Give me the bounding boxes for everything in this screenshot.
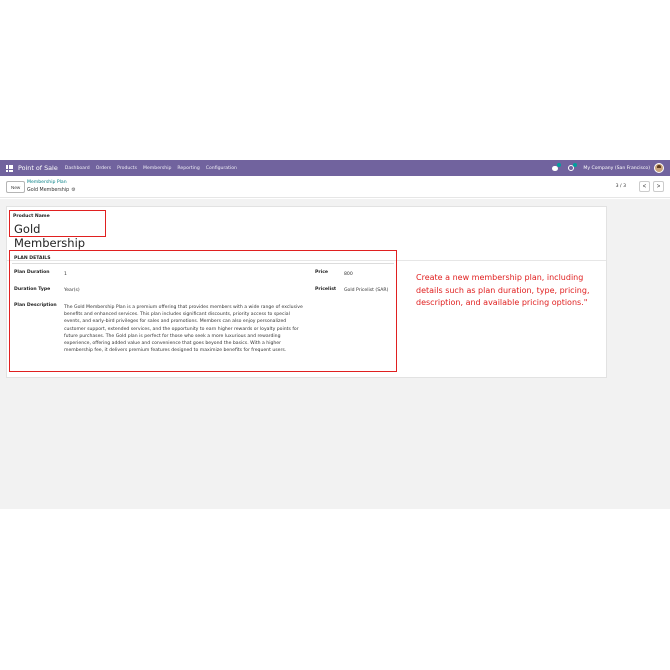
- plan-duration-label: Plan Duration: [14, 270, 50, 275]
- plan-description-field[interactable]: The Gold Membership Plan is a premium of…: [64, 304, 304, 354]
- pricelist-label: Pricelist: [315, 287, 337, 292]
- menu-configuration[interactable]: Configuration: [206, 166, 237, 171]
- plan-details-section: PLAN DETAILS Plan Duration 1 Duration Ty…: [9, 250, 397, 372]
- top-navbar: Point of Sale Dashboard Orders Products …: [0, 160, 670, 176]
- menu-membership[interactable]: Membership: [143, 166, 171, 171]
- pager-next-button[interactable]: >: [653, 181, 664, 192]
- menu-orders[interactable]: Orders: [96, 166, 111, 171]
- app-title[interactable]: Point of Sale: [18, 164, 58, 172]
- company-switcher[interactable]: My Company (San Francisco): [583, 166, 650, 171]
- record-name: Gold Membership: [27, 187, 70, 193]
- form-view: Product Name Gold Membership PLAN DETAIL…: [0, 199, 670, 509]
- plan-details-title: PLAN DETAILS: [14, 256, 51, 261]
- menu-products[interactable]: Products: [117, 166, 137, 171]
- product-name-field[interactable]: Gold Membership: [14, 222, 105, 250]
- pager-previous-button[interactable]: <: [639, 181, 650, 192]
- chat-badge: [557, 163, 562, 167]
- product-name-highlight: Product Name Gold Membership: [9, 210, 106, 250]
- duration-type-field[interactable]: Year(s): [64, 288, 80, 293]
- breadcrumb-current: Gold Membership ⚙: [27, 187, 76, 193]
- control-panel: New Membership Plan Gold Membership ⚙ 3 …: [0, 176, 670, 198]
- activity-icon[interactable]: [567, 163, 578, 172]
- plan-description-label: Plan Description: [14, 303, 57, 308]
- section-divider: [12, 263, 394, 264]
- user-avatar[interactable]: [654, 163, 664, 173]
- duration-type-label: Duration Type: [14, 287, 51, 292]
- apps-menu-icon[interactable]: [6, 164, 13, 172]
- screen: Point of Sale Dashboard Orders Products …: [0, 0, 670, 670]
- menu-dashboard[interactable]: Dashboard: [65, 166, 90, 171]
- pricelist-field[interactable]: Gold Pricelist (SAR): [344, 288, 388, 293]
- price-field[interactable]: 800: [344, 272, 353, 277]
- annotation-text: Create a new membership plan, including …: [416, 273, 590, 308]
- gear-icon[interactable]: ⚙: [71, 187, 75, 193]
- product-name-label: Product Name: [13, 214, 50, 219]
- pager-value[interactable]: 3 / 3: [616, 184, 626, 189]
- activity-badge: [573, 163, 578, 167]
- navbar-systray: My Company (San Francisco): [551, 160, 664, 176]
- breadcrumb-membership-plan[interactable]: Membership Plan: [27, 180, 67, 185]
- chat-icon[interactable]: [551, 163, 562, 172]
- plan-duration-field[interactable]: 1: [64, 272, 67, 277]
- menu-reporting[interactable]: Reporting: [177, 166, 199, 171]
- form-sheet: Product Name Gold Membership PLAN DETAIL…: [6, 206, 607, 378]
- new-button[interactable]: New: [6, 181, 26, 193]
- price-label: Price: [315, 270, 329, 275]
